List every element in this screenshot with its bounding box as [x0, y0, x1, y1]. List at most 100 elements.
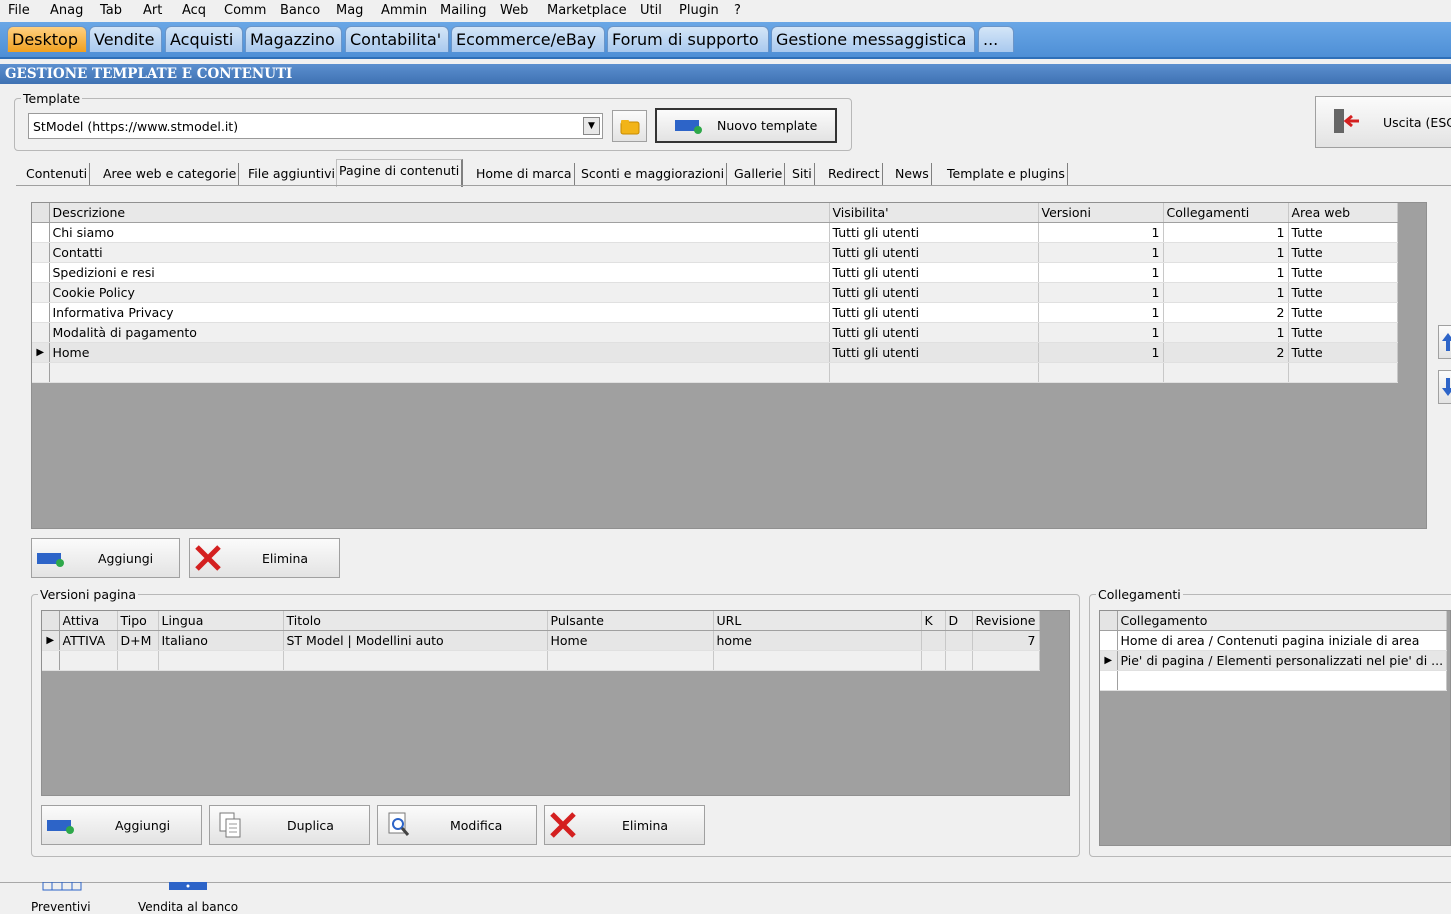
table-row[interactable]: Spedizioni e resi Tutti gli utenti 1 1 Tutte — [32, 262, 1398, 283]
tab-forum[interactable]: Forum di supporto — [607, 26, 769, 52]
row-indicator — [32, 262, 50, 283]
tab-redirect[interactable]: Redirect — [826, 163, 883, 185]
tab-template-plugins[interactable]: Template e plugins — [945, 163, 1068, 185]
column-header[interactable]: Revisione — [972, 611, 1040, 631]
tab-news[interactable]: News — [893, 163, 932, 185]
add-version-button[interactable]: Aggiungi — [41, 805, 202, 845]
table-row[interactable]: Modalità di pagamento Tutti gli utenti 1 1 T… — [32, 322, 1398, 343]
tab-more[interactable]: ... — [978, 26, 1014, 52]
edit-version-label: Modifica — [450, 817, 503, 833]
cell: 1 — [1163, 282, 1289, 303]
template-select[interactable]: StModel (https://www.stmodel.it) ▼ — [28, 113, 603, 139]
table-row-selected[interactable]: ▶ ATTIVA D+M Italiano ST Model | Modelli… — [42, 630, 1040, 651]
menu-help[interactable]: ? — [734, 3, 741, 18]
column-header[interactable]: Titolo — [283, 611, 548, 631]
menu-web[interactable]: Web — [500, 3, 528, 18]
table-row[interactable]: Contatti Tutti gli utenti 1 1 Tutte — [32, 242, 1398, 263]
move-down-button[interactable] — [1438, 370, 1451, 404]
menu-plugin[interactable]: Plugin — [679, 3, 719, 18]
column-header[interactable]: Descrizione — [49, 203, 830, 223]
cell: Home di area / Contenuti pagina iniziale… — [1117, 630, 1448, 651]
links-grid[interactable]: Collegamento Home di area / Contenuti pa… — [1099, 610, 1451, 846]
desktop-shortcut-bar: Preventivi Vendita al banco — [0, 882, 1451, 914]
tab-contenuti[interactable]: Contenuti — [24, 163, 91, 185]
add-card-icon — [47, 820, 74, 834]
cell: Tutti gli utenti — [829, 262, 1039, 283]
menu-banco[interactable]: Banco — [280, 3, 320, 18]
table-row[interactable]: Chi siamo Tutti gli utenti 1 1 Tutte — [32, 222, 1398, 243]
cell: Informativa Privacy — [49, 302, 830, 323]
versions-table: Attiva Tipo Lingua Titolo Pulsante URL K… — [42, 611, 1040, 671]
column-header[interactable]: Tipo — [117, 611, 159, 631]
move-up-button[interactable] — [1438, 325, 1451, 359]
menu-tab[interactable]: Tab — [100, 3, 122, 18]
table-row-selected[interactable]: ▶ Home Tutti gli utenti 1 2 Tutte — [32, 342, 1398, 363]
table-row-new[interactable] — [42, 650, 1040, 671]
row-indicator — [1100, 670, 1118, 691]
cell: Italiano — [158, 630, 284, 651]
tab-acquisti[interactable]: Acquisti — [165, 26, 243, 52]
add-card-icon — [37, 553, 64, 567]
column-header[interactable]: Visibilita' — [829, 203, 1039, 223]
column-header[interactable]: URL — [713, 611, 922, 631]
column-header[interactable]: Collegamento — [1117, 611, 1448, 631]
tab-contabilita[interactable]: Contabilita' — [345, 26, 449, 52]
menu-art[interactable]: Art — [143, 3, 162, 18]
table-row[interactable]: Informativa Privacy Tutti gli utenti 1 2 Tut… — [32, 302, 1398, 323]
menu-comm[interactable]: Comm — [224, 3, 266, 18]
tab-ecommerce[interactable]: Ecommerce/eBay — [451, 26, 605, 52]
cell: 1 — [1163, 322, 1289, 343]
shortcut-preventivi[interactable]: Preventivi — [20, 882, 104, 914]
column-header[interactable]: Versioni — [1038, 203, 1164, 223]
table-row-new[interactable] — [32, 362, 1398, 383]
table-row-selected[interactable]: ▶ Pie' di pagina / Elementi personalizzat… — [1100, 650, 1448, 671]
tab-home-marca[interactable]: Home di marca — [474, 163, 575, 185]
table-row[interactable]: Home di area / Contenuti pagina iniziale… — [1100, 630, 1448, 651]
add-page-button[interactable]: Aggiungi — [31, 538, 180, 578]
shortcut-vendita-banco-label: Vendita al banco — [138, 900, 239, 914]
quote-icon — [42, 882, 82, 891]
column-header[interactable]: Collegamenti — [1163, 203, 1289, 223]
menu-mailing[interactable]: Mailing — [440, 3, 487, 18]
arrow-up-icon — [1442, 333, 1451, 351]
cell: Modalità di pagamento — [49, 322, 830, 343]
exit-button[interactable]: Uscita (ESC — [1315, 96, 1451, 148]
tab-pagine-contenuti[interactable]: Pagine di contenuti — [336, 159, 464, 187]
edit-version-button[interactable]: Modifica — [377, 805, 537, 845]
tab-desktop[interactable]: Desktop — [7, 26, 87, 52]
menu-mag[interactable]: Mag — [336, 3, 363, 18]
table-row[interactable]: Cookie Policy Tutti gli utenti 1 1 Tutte — [32, 282, 1398, 303]
column-header[interactable]: Lingua — [158, 611, 284, 631]
tab-magazzino[interactable]: Magazzino — [245, 26, 342, 52]
delete-x-icon — [550, 812, 576, 838]
open-folder-button[interactable] — [612, 110, 647, 142]
duplicate-version-button[interactable]: Duplica — [209, 805, 370, 845]
shortcut-vendita-banco[interactable]: Vendita al banco — [136, 882, 240, 914]
versions-grid[interactable]: Attiva Tipo Lingua Titolo Pulsante URL K… — [41, 610, 1070, 796]
menu-marketplace[interactable]: Marketplace — [547, 3, 627, 18]
column-header[interactable]: Area web — [1288, 203, 1398, 223]
column-header[interactable]: D — [945, 611, 973, 631]
menu-util[interactable]: Util — [640, 3, 662, 18]
column-header[interactable]: K — [921, 611, 946, 631]
new-template-button[interactable]: Nuovo template — [655, 108, 837, 143]
tab-sconti[interactable]: Sconti e maggiorazioni — [579, 163, 728, 185]
new-template-label: Nuovo template — [717, 118, 818, 133]
chevron-down-icon[interactable]: ▼ — [583, 117, 600, 135]
tab-vendite[interactable]: Vendite — [89, 26, 162, 52]
menu-anag[interactable]: Anag — [50, 3, 83, 18]
table-row-new[interactable] — [1100, 670, 1448, 691]
column-header[interactable]: Attiva — [59, 611, 118, 631]
tab-siti[interactable]: Siti — [790, 163, 815, 185]
delete-version-button[interactable]: Elimina — [544, 805, 705, 845]
tab-messaggistica[interactable]: Gestione messaggistica — [771, 26, 975, 52]
tab-gallerie[interactable]: Gallerie — [732, 163, 786, 185]
menu-acq[interactable]: Acq — [182, 3, 206, 18]
menu-file[interactable]: File — [8, 3, 30, 18]
pages-grid[interactable]: Descrizione Visibilita' Versioni Collega… — [31, 202, 1427, 529]
delete-page-button[interactable]: Elimina — [189, 538, 340, 578]
tab-aree-web[interactable]: Aree web e categorie — [101, 163, 240, 185]
menu-ammin[interactable]: Ammin — [381, 3, 427, 18]
column-header[interactable]: Pulsante — [547, 611, 714, 631]
tab-file-aggiuntivi[interactable]: File aggiuntivi — [246, 163, 338, 185]
